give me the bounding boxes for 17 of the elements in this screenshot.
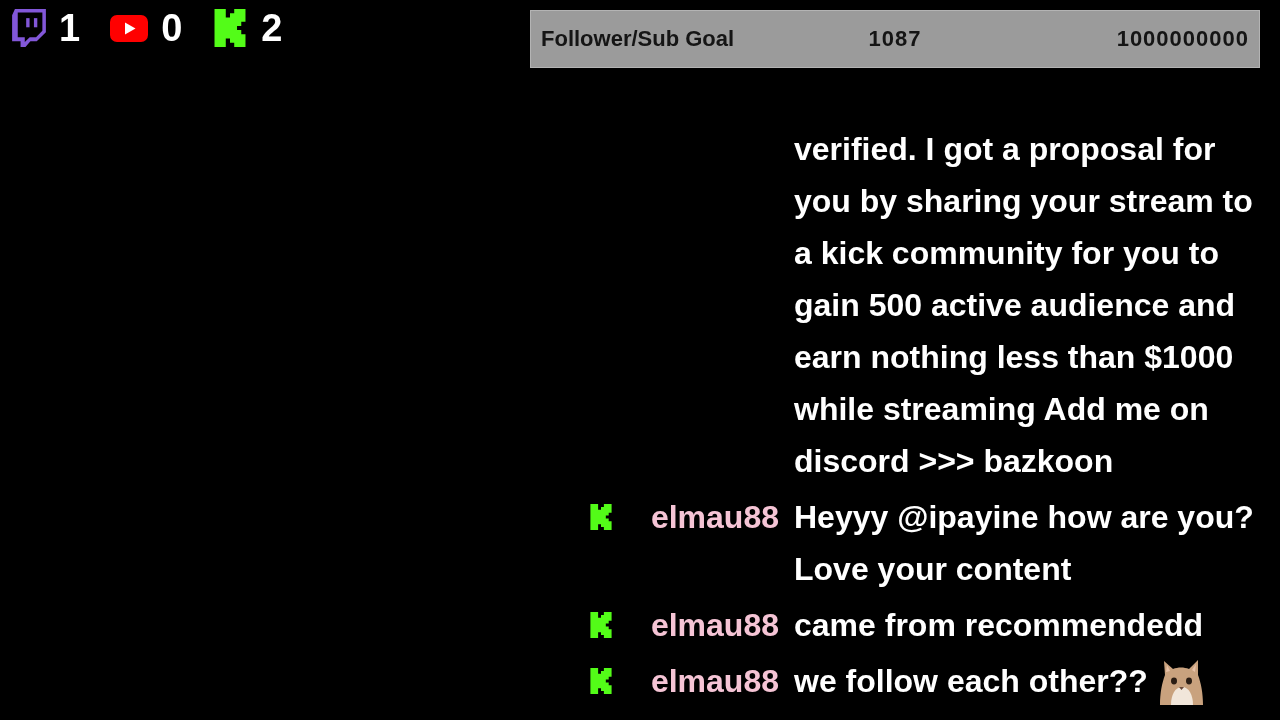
kick-logo-icon <box>590 504 612 530</box>
goal-current: 1087 <box>868 26 922 52</box>
kick-logo-icon <box>590 668 612 694</box>
count-text: 2 <box>261 8 283 48</box>
username: elmau88 <box>650 498 779 537</box>
chat-message: verified. I got a proposal for you by sharing your stream to a kick community for you to gain 500 active audience and earn nothing less than $1000 while streaming Add me on discord >>> bazkoon <box>794 130 1254 481</box>
kick-logo-icon <box>590 612 612 638</box>
goal-target: 1000000000 <box>1116 26 1249 52</box>
username: elmau88 <box>650 606 779 645</box>
chat-message: came from recommendedd <box>794 606 1203 645</box>
twitch-logo-icon <box>12 9 46 47</box>
count-text: 1 <box>59 8 81 48</box>
count-text: 0 <box>161 8 183 48</box>
goal-label: Follower/Sub Goal <box>541 26 735 52</box>
youtube-logo-icon <box>110 14 149 42</box>
chat-message: we follow each other?? <box>794 662 1148 701</box>
username: elmau88 <box>650 662 779 701</box>
